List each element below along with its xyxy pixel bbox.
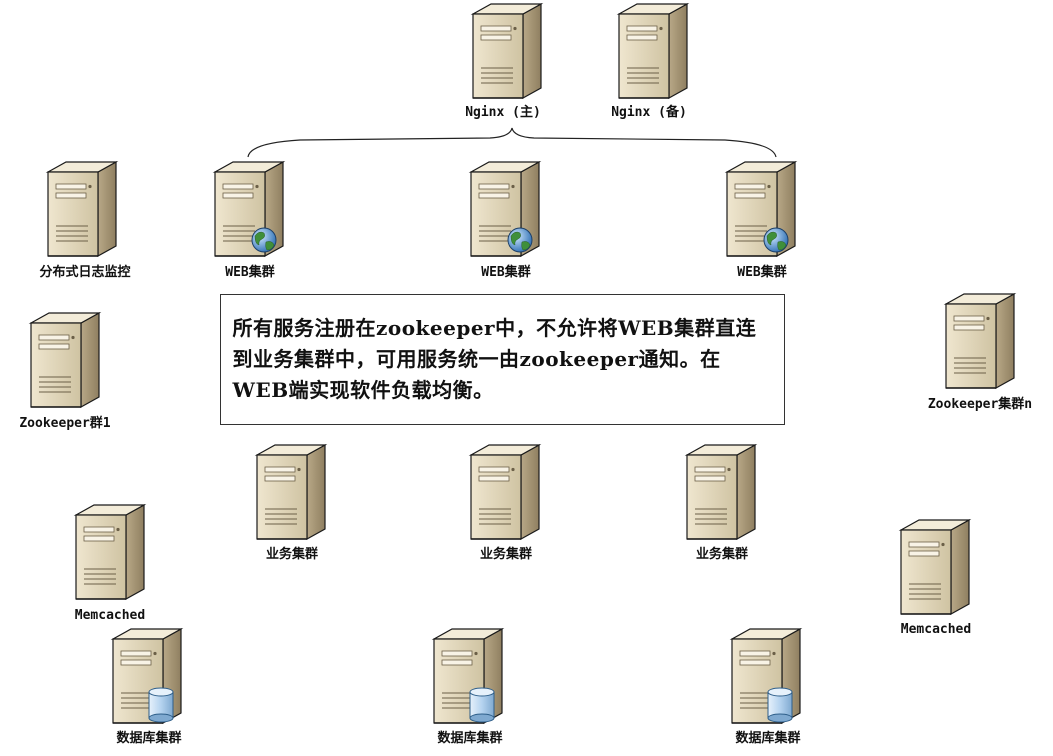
- server-icon: [616, 2, 690, 100]
- node-label: 分布式日志监控: [39, 264, 130, 280]
- node-service-3: 业务集群: [684, 443, 758, 562]
- node-label: Memcached: [75, 608, 145, 623]
- node-label: Nginx (备): [611, 104, 687, 120]
- node-service-2: 业务集群: [468, 443, 542, 562]
- node-label: 数据库集群: [437, 730, 502, 746]
- globe-icon: [251, 227, 277, 253]
- database-icon: [148, 687, 174, 723]
- server-icon: [470, 2, 544, 100]
- node-web-2: WEB集群: [468, 160, 542, 280]
- note-box: 所有服务注册在zookeeper中，不允许将WEB集群直连到业务集群中，可用服务…: [220, 294, 785, 425]
- database-icon: [767, 687, 793, 723]
- server-icon: [45, 160, 119, 258]
- node-web-3: WEB集群: [724, 160, 798, 280]
- nginx-to-web-brace: [247, 127, 777, 158]
- node-label: WEB集群: [481, 264, 530, 280]
- node-web-1: WEB集群: [212, 160, 286, 280]
- globe-icon: [763, 227, 789, 253]
- node-nginx-backup: Nginx (备): [611, 2, 690, 120]
- node-log-monitor: 分布式日志监控: [39, 160, 131, 280]
- node-label: 业务集群: [480, 546, 532, 562]
- node-label: 业务集群: [266, 546, 318, 562]
- server-icon: [684, 443, 758, 541]
- node-db-1: 数据库集群: [110, 627, 184, 746]
- node-label: 数据库集群: [735, 730, 800, 746]
- globe-icon: [507, 227, 533, 253]
- server-icon: [254, 443, 328, 541]
- node-label: WEB集群: [737, 264, 786, 280]
- node-label: Memcached: [901, 622, 971, 637]
- node-zookeeper-n: Zookeeper集群n: [928, 292, 1032, 412]
- node-label: Zookeeper集群n: [928, 396, 1032, 412]
- server-icon: [898, 518, 972, 616]
- node-db-2: 数据库集群: [431, 627, 505, 746]
- server-icon: [468, 443, 542, 541]
- node-db-3: 数据库集群: [729, 627, 803, 746]
- node-nginx-main: Nginx (主): [465, 2, 544, 120]
- node-service-1: 业务集群: [254, 443, 328, 562]
- node-label: WEB集群: [225, 264, 274, 280]
- node-zookeeper-1: Zookeeper群1: [19, 311, 111, 431]
- node-memcached-1: Memcached: [73, 503, 147, 623]
- node-label: 数据库集群: [116, 730, 181, 746]
- node-label: Nginx (主): [465, 104, 541, 120]
- server-icon: [943, 292, 1017, 390]
- note-text: 所有服务注册在zookeeper中，不允许将WEB集群直连到业务集群中，可用服务…: [232, 316, 757, 402]
- server-icon: [73, 503, 147, 601]
- node-label: Zookeeper群1: [19, 415, 110, 431]
- node-memcached-2: Memcached: [898, 518, 972, 637]
- database-icon: [469, 687, 495, 723]
- node-label: 业务集群: [696, 546, 748, 562]
- server-icon: [28, 311, 102, 409]
